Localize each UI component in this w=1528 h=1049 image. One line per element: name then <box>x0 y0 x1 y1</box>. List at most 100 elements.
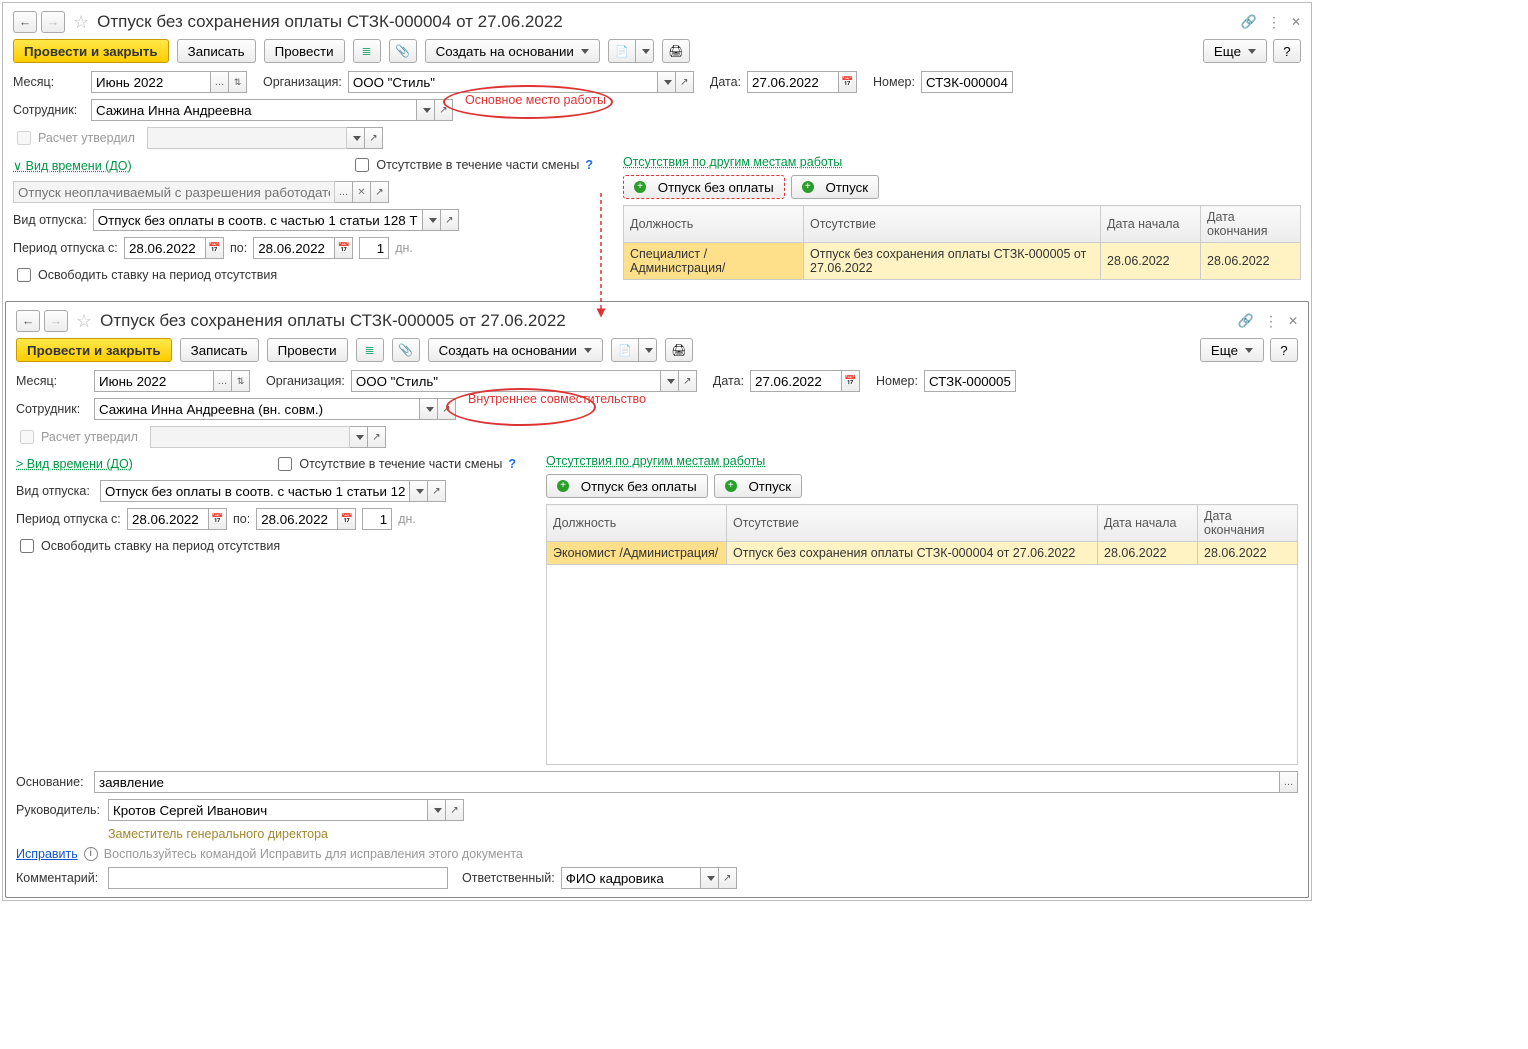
link-icon[interactable] <box>1238 313 1254 329</box>
period-to-input[interactable] <box>256 508 338 530</box>
date-picker-button[interactable] <box>842 370 860 392</box>
help-button[interactable]: ? <box>1273 39 1301 63</box>
add-leave-button[interactable]: + Отпуск <box>791 175 879 199</box>
favorite-icon[interactable]: ☆ <box>73 12 89 33</box>
days-input[interactable] <box>359 237 389 259</box>
period-from-input[interactable] <box>127 508 209 530</box>
number-input[interactable] <box>921 71 1013 93</box>
period-to-input[interactable] <box>253 237 335 259</box>
basis-picker-button[interactable]: … <box>1280 771 1298 793</box>
org-open-button[interactable] <box>679 370 697 392</box>
copy-button[interactable] <box>611 338 639 362</box>
help-button[interactable]: ? <box>1270 338 1298 362</box>
timekind-open-button[interactable] <box>371 181 389 203</box>
structure-button[interactable] <box>356 338 384 362</box>
date-input[interactable] <box>750 370 842 392</box>
other-places-head[interactable]: Отсутствия по другим местам работы <box>623 155 842 169</box>
copy-button[interactable] <box>608 39 636 63</box>
other-places-head[interactable]: Отсутствия по другим местам работы <box>546 454 765 468</box>
org-open-button[interactable] <box>676 71 694 93</box>
fix-link[interactable]: Исправить <box>16 847 78 861</box>
part-shift-checkbox[interactable]: Отсутствие в течение части смены <box>274 454 502 474</box>
post-button[interactable]: Провести <box>264 39 345 63</box>
other-places-table[interactable]: Должность Отсутствие Дата начала Дата ок… <box>546 504 1298 565</box>
more-button[interactable]: Еще <box>1203 39 1267 63</box>
close-icon[interactable] <box>1291 15 1301 29</box>
vac-type-input[interactable] <box>93 209 423 231</box>
responsible-dropdown-button[interactable] <box>701 867 719 889</box>
vac-type-open-button[interactable] <box>428 480 446 502</box>
more-menu-icon[interactable] <box>1267 14 1281 31</box>
org-dropdown-button[interactable] <box>658 71 676 93</box>
close-icon[interactable] <box>1288 314 1298 328</box>
month-input[interactable] <box>91 71 211 93</box>
period-from-picker-button[interactable] <box>209 508 227 530</box>
copy-menu-button[interactable] <box>636 39 654 63</box>
timekind-clear-button[interactable] <box>353 181 371 203</box>
employee-input[interactable] <box>91 99 417 121</box>
month-input[interactable] <box>94 370 214 392</box>
vac-type-open-button[interactable] <box>441 209 459 231</box>
timekind-toggle[interactable]: ∨ Вид времени (ДО) <box>13 158 132 173</box>
attachments-button[interactable] <box>389 39 417 63</box>
responsible-open-button[interactable] <box>719 867 737 889</box>
copy-menu-button[interactable] <box>639 338 657 362</box>
employee-dropdown-button[interactable] <box>420 398 438 420</box>
other-places-table[interactable]: Должность Отсутствие Дата начала Дата ок… <box>623 205 1301 280</box>
post-close-button[interactable]: Провести и закрыть <box>13 39 169 63</box>
vac-type-dropdown-button[interactable] <box>410 480 428 502</box>
org-dropdown-button[interactable] <box>661 370 679 392</box>
write-button[interactable]: Записать <box>180 338 259 362</box>
head-input[interactable] <box>108 799 428 821</box>
part-shift-help-icon[interactable]: ? <box>508 457 516 471</box>
more-menu-icon[interactable] <box>1264 313 1278 330</box>
more-button[interactable]: Еще <box>1200 338 1264 362</box>
comment-input[interactable] <box>108 867 448 889</box>
add-unpaid-leave-button[interactable]: + Отпуск без оплаты <box>623 175 785 199</box>
period-from-input[interactable] <box>124 237 206 259</box>
period-to-picker-button[interactable] <box>338 508 356 530</box>
free-rate-checkbox[interactable]: Освободить ставку на период отсутствия <box>13 265 277 285</box>
add-leave-button[interactable]: + Отпуск <box>714 474 802 498</box>
free-rate-checkbox[interactable]: Освободить ставку на период отсутствия <box>16 536 280 556</box>
add-unpaid-leave-button[interactable]: + Отпуск без оплаты <box>546 474 708 498</box>
head-dropdown-button[interactable] <box>428 799 446 821</box>
date-input[interactable] <box>747 71 839 93</box>
print-button[interactable] <box>662 39 690 63</box>
table-row[interactable]: Экономист /Администрация/ Отпуск без сох… <box>547 542 1298 565</box>
table-row[interactable]: Специалист /Администрация/ Отпуск без со… <box>624 243 1301 280</box>
month-spinner[interactable] <box>232 370 250 392</box>
date-picker-button[interactable] <box>839 71 857 93</box>
link-icon[interactable] <box>1241 14 1257 30</box>
employee-dropdown-button[interactable] <box>417 99 435 121</box>
timekind-picker-button[interactable]: … <box>335 181 353 203</box>
post-button[interactable]: Провести <box>267 338 348 362</box>
month-spinner[interactable] <box>229 71 247 93</box>
nav-back-button[interactable]: ← <box>13 11 37 33</box>
structure-button[interactable] <box>353 39 381 63</box>
nav-back-button[interactable]: ← <box>16 310 40 332</box>
number-input[interactable] <box>924 370 1016 392</box>
month-picker-button[interactable]: … <box>211 71 229 93</box>
approver-open-button <box>365 127 383 149</box>
basis-input[interactable] <box>94 771 1280 793</box>
period-from-picker-button[interactable] <box>206 237 224 259</box>
month-picker-button[interactable]: … <box>214 370 232 392</box>
create-based-button[interactable]: Создать на основании <box>425 39 600 63</box>
period-to-picker-button[interactable] <box>335 237 353 259</box>
head-open-button[interactable] <box>446 799 464 821</box>
employee-input[interactable] <box>94 398 420 420</box>
attachments-button[interactable] <box>392 338 420 362</box>
post-close-button[interactable]: Провести и закрыть <box>16 338 172 362</box>
write-button[interactable]: Записать <box>177 39 256 63</box>
create-based-button[interactable]: Создать на основании <box>428 338 603 362</box>
timekind-toggle[interactable]: > Вид времени (ДО) <box>16 457 133 471</box>
print-button[interactable] <box>665 338 693 362</box>
days-input[interactable] <box>362 508 392 530</box>
part-shift-help-icon[interactable]: ? <box>585 158 593 172</box>
vac-type-dropdown-button[interactable] <box>423 209 441 231</box>
favorite-icon[interactable]: ☆ <box>76 311 92 332</box>
responsible-input[interactable] <box>561 867 701 889</box>
vac-type-input[interactable] <box>100 480 410 502</box>
part-shift-checkbox[interactable]: Отсутствие в течение части смены <box>351 155 579 175</box>
